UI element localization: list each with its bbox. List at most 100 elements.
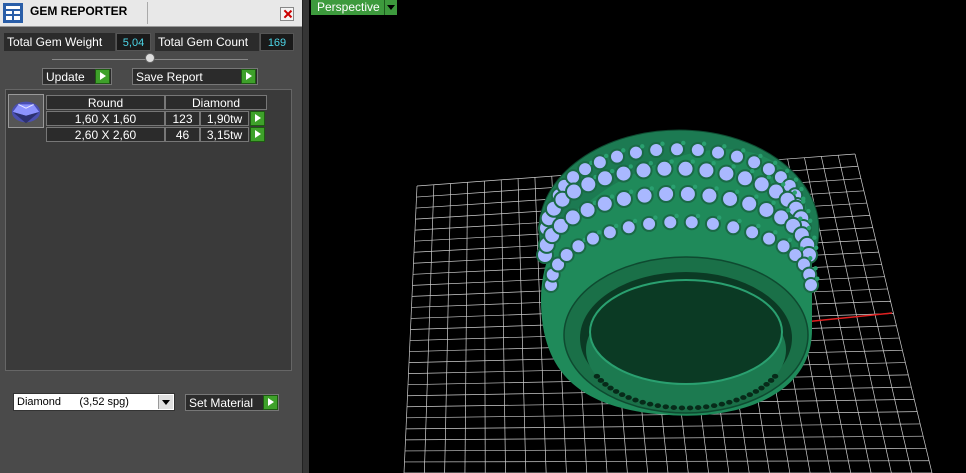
close-icon[interactable]	[280, 7, 294, 21]
row2-select-icon[interactable]	[250, 127, 265, 142]
prong	[711, 161, 716, 166]
prong	[671, 184, 676, 190]
band-hole	[733, 397, 740, 403]
prong	[628, 189, 634, 194]
row1-size: 1,60 X 1,60	[46, 111, 165, 126]
gem-stone	[579, 175, 598, 194]
prong	[750, 168, 755, 174]
prong	[741, 148, 746, 153]
prong	[714, 186, 719, 191]
total-gem-count-label: Total Gem Count	[155, 33, 259, 51]
prong	[660, 141, 665, 146]
prong	[609, 168, 615, 174]
band-hole	[646, 401, 654, 407]
save-report-button-label: Save Report	[136, 70, 203, 84]
prong	[758, 153, 763, 159]
prong	[806, 208, 811, 214]
save-report-play-icon[interactable]	[241, 69, 256, 84]
band-hole	[654, 403, 662, 409]
prong	[771, 200, 776, 205]
prong	[669, 159, 674, 164]
gem-stone	[700, 186, 719, 205]
axis-x	[803, 312, 893, 323]
update-play-icon[interactable]	[95, 69, 110, 84]
column-header-shape: Round	[46, 95, 165, 110]
prong	[717, 215, 722, 220]
prong	[792, 190, 797, 195]
prong	[737, 218, 742, 224]
row2-size: 2,60 X 2,60	[46, 127, 165, 142]
gem-stone	[678, 185, 697, 204]
prong	[799, 186, 804, 192]
row2-count: 46	[165, 127, 200, 142]
set-material-play-icon[interactable]	[263, 395, 278, 410]
prong	[781, 182, 786, 187]
column-header-material: Diamond	[165, 95, 267, 110]
band-hole	[670, 405, 678, 410]
prong	[597, 230, 602, 235]
band-hole	[662, 404, 669, 410]
chevron-down-icon[interactable]	[158, 395, 173, 409]
row1-select-icon[interactable]	[250, 111, 265, 126]
prong	[773, 230, 778, 235]
total-gem-weight-value: 5,04	[116, 33, 151, 51]
panel-slider-handle[interactable]	[145, 53, 155, 63]
set-material-button-label: Set Material	[189, 396, 254, 410]
gem-stone	[635, 186, 654, 205]
prong	[603, 153, 609, 159]
prong	[798, 216, 803, 221]
row2-weight: 3,15tw	[200, 127, 249, 142]
band-hole	[752, 389, 760, 394]
gem-stone	[721, 189, 740, 208]
prong	[640, 144, 645, 149]
prong	[785, 168, 790, 173]
prong	[701, 141, 707, 146]
title-separator	[147, 2, 148, 24]
band-hole	[632, 397, 639, 403]
band-hole	[678, 405, 686, 411]
band-hole	[597, 378, 605, 383]
prong	[806, 225, 812, 231]
gem-stone	[740, 194, 759, 213]
band-hole	[746, 392, 754, 398]
view-menu-chevron-icon[interactable]	[384, 0, 397, 15]
save-report-button[interactable]: Save Report	[132, 68, 258, 85]
prong	[648, 161, 653, 166]
gem-reporter-panel: GEM REPORTER Total Gem Weight 5,04 Total…	[0, 0, 302, 473]
prong	[695, 213, 701, 219]
prong	[766, 174, 772, 180]
band-hole	[694, 405, 702, 410]
prong	[628, 164, 633, 169]
gem-stone	[634, 161, 653, 180]
gem-stone	[697, 161, 716, 180]
row1-weight: 1,90tw	[200, 111, 249, 126]
band-hole	[771, 373, 779, 379]
prong	[731, 164, 736, 169]
gem-stone	[614, 189, 633, 208]
band-hole	[767, 378, 775, 383]
material-select[interactable]: Diamond (3,52 spg)	[13, 393, 175, 411]
row1-count: 123	[165, 111, 200, 126]
prong	[808, 256, 813, 261]
tab-perspective[interactable]: Perspective	[311, 0, 386, 15]
band-hole	[618, 392, 626, 398]
gem-stone	[563, 208, 582, 227]
title-bar: GEM REPORTER	[0, 0, 302, 27]
round-gem-icon[interactable]	[8, 94, 44, 128]
band-hole	[639, 399, 646, 405]
band-hole	[593, 373, 601, 379]
band-hole	[703, 404, 710, 410]
gem-stone	[595, 169, 614, 188]
prong	[808, 218, 813, 223]
gem-stone	[578, 200, 597, 219]
prong	[692, 184, 698, 190]
prong	[674, 213, 679, 219]
gem-stone	[595, 194, 614, 213]
tab-perspective-label: Perspective	[317, 0, 380, 14]
prong	[653, 215, 658, 220]
prong	[787, 237, 793, 243]
prong	[690, 159, 695, 164]
perspective-viewport[interactable]	[309, 0, 966, 473]
gem-stone	[757, 200, 776, 219]
band-hole	[625, 395, 632, 400]
